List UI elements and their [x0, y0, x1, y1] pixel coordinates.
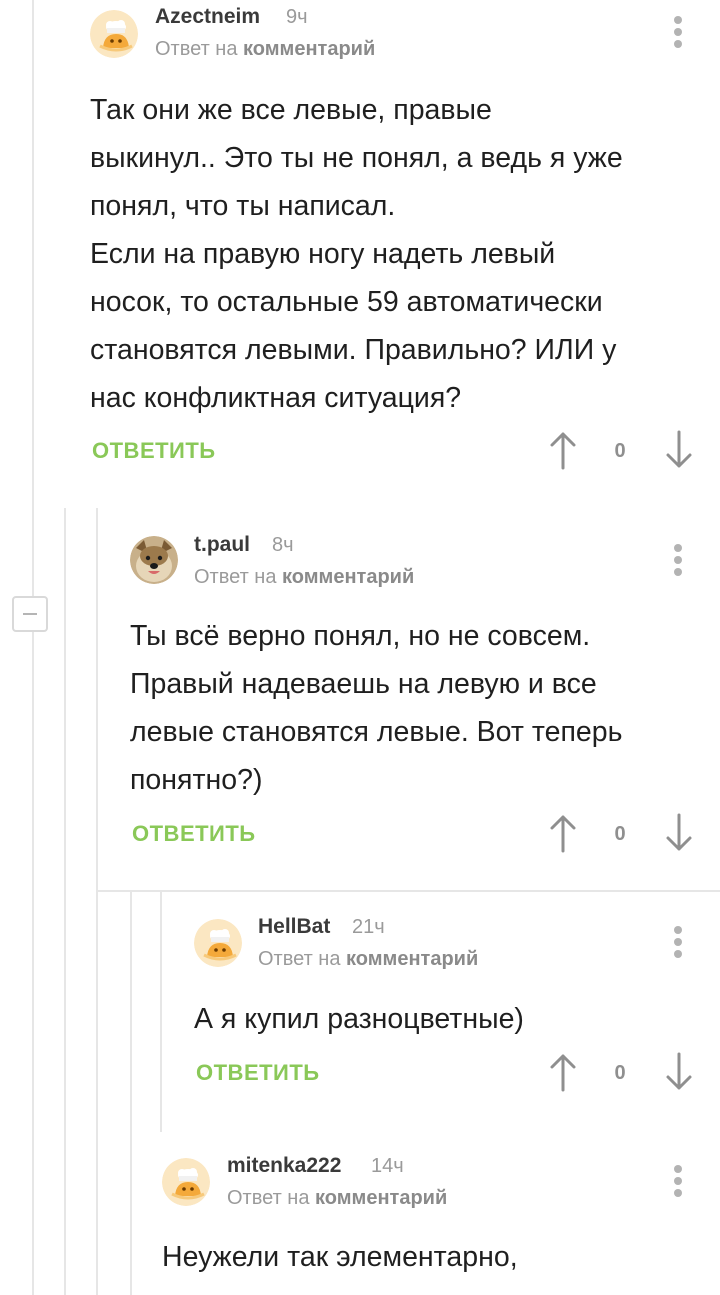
collapse-thread-button[interactable]	[12, 596, 48, 632]
reply-button[interactable]: ОТВЕТИТЬ	[132, 821, 256, 847]
more-options-icon[interactable]	[670, 544, 686, 580]
rating-count: 0	[614, 440, 626, 462]
avatar[interactable]	[194, 919, 242, 967]
vote-up-icon[interactable]	[549, 813, 577, 853]
rating-count: 0	[614, 823, 626, 845]
rating-count: 0	[614, 1062, 626, 1084]
reply-to-label: Ответ на комментарий	[258, 948, 479, 970]
vote-up-icon[interactable]	[549, 1052, 577, 1092]
reply-to-label: Ответ на комментарий	[194, 566, 415, 588]
comment-time: 21ч	[352, 916, 385, 938]
comment-body: Так они же все левые, правые выкинул.. Э…	[90, 94, 623, 414]
comment-author[interactable]: mitenka222	[227, 1154, 341, 1178]
comment-time: 9ч	[286, 6, 308, 28]
comment-time: 14ч	[371, 1155, 404, 1177]
avatar[interactable]	[90, 10, 138, 58]
vote-up-icon[interactable]	[549, 430, 577, 470]
comment-time: 8ч	[272, 534, 294, 556]
reply-button[interactable]: ОТВЕТИТЬ	[196, 1060, 320, 1086]
more-options-icon[interactable]	[670, 16, 686, 52]
thread-line-level3	[130, 892, 132, 1295]
reply-to-link[interactable]: комментарий	[315, 1187, 447, 1209]
thread-line-level1	[64, 508, 66, 1295]
vote-down-icon[interactable]	[665, 430, 693, 470]
comment-author[interactable]: HellBat	[258, 915, 330, 939]
thread-line-level4	[160, 892, 162, 1132]
avatar[interactable]	[162, 1158, 210, 1206]
thread-line-root	[32, 0, 34, 1295]
avatar[interactable]	[130, 536, 178, 584]
reply-to-link[interactable]: комментарий	[346, 948, 478, 970]
comment-body: Неужели так элементарно,	[162, 1241, 518, 1273]
reply-button[interactable]: ОТВЕТИТЬ	[92, 438, 216, 464]
vote-down-icon[interactable]	[665, 1052, 693, 1092]
comment-author[interactable]: t.paul	[194, 533, 250, 557]
thread-divider	[96, 890, 720, 892]
thread-line-level2	[96, 508, 98, 1295]
reply-to-link[interactable]: комментарий	[282, 566, 414, 588]
more-options-icon[interactable]	[670, 926, 686, 962]
reply-to-link[interactable]: комментарий	[243, 38, 375, 60]
comment-body: Ты всё верно понял, но не совсем. Правый…	[130, 620, 623, 796]
vote-down-icon[interactable]	[665, 813, 693, 853]
reply-to-label: Ответ на комментарий	[227, 1187, 448, 1209]
reply-to-label: Ответ на комментарий	[155, 38, 376, 60]
more-options-icon[interactable]	[670, 1165, 686, 1201]
comment-body: А я купил разноцветные)	[194, 1003, 524, 1035]
comment-author[interactable]: Azectneim	[155, 5, 260, 29]
